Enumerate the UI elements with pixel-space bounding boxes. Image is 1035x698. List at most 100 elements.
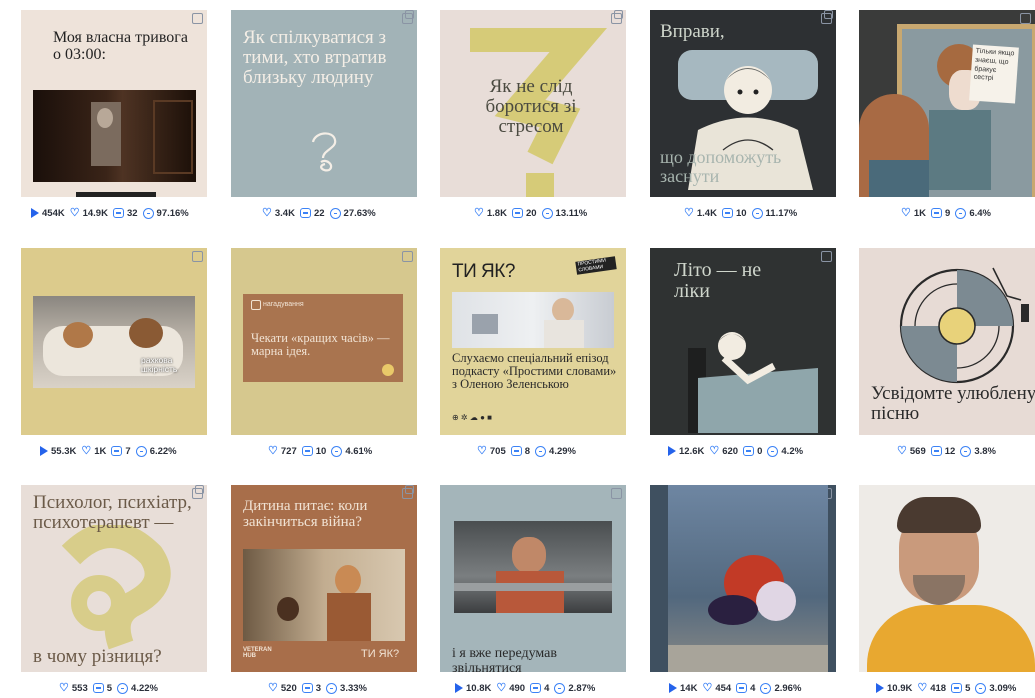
engagement-icon <box>955 207 967 219</box>
post-card[interactable]: і я вже передумав звільнятися <box>440 485 626 672</box>
likes-count: 620 <box>722 445 739 457</box>
views-count: 454K <box>42 207 65 219</box>
image-overlay-text: рахкова шкірність <box>141 355 178 374</box>
question-doodle-icon <box>311 132 337 172</box>
post-image <box>33 296 195 388</box>
calendar-icon <box>251 300 261 310</box>
post-stats: 14K ♡ 454 4 2.96% <box>669 681 801 695</box>
post-stats: ♡ 1.4K 10 11.17% <box>684 206 797 220</box>
views-icon <box>31 208 39 218</box>
engagement-icon <box>975 682 987 694</box>
views-icon <box>455 683 463 693</box>
post-card[interactable]: Усвідомте улюблену пісню <box>859 248 1035 435</box>
engagement-rate: 3.8% <box>974 445 996 457</box>
post-card[interactable]: Як не слід боротися зі стресом <box>440 10 626 197</box>
views-count: 12.6K <box>679 445 705 457</box>
comment-icon <box>511 208 523 218</box>
heart-icon: ♡ <box>702 681 713 694</box>
person-in-bed-illustration <box>688 332 818 433</box>
engagement-icon <box>535 445 547 457</box>
engagement-rate: 4.61% <box>345 445 373 457</box>
reel-icon <box>821 251 832 262</box>
heart-icon: ♡ <box>477 444 487 457</box>
likes-count: 1K <box>913 207 927 219</box>
comments-count: 22 <box>313 207 325 219</box>
post-image <box>668 485 828 672</box>
engagement-icon <box>541 207 553 219</box>
comment-icon <box>510 446 522 456</box>
sticky-note: Тільки якщо знаєш, що бракує сестрі <box>969 44 1019 104</box>
engagement-rate: 2.96% <box>774 682 802 694</box>
comment-icon <box>930 446 942 456</box>
engagement-rate: 13.11% <box>555 207 588 219</box>
comments-count: 20 <box>525 207 537 219</box>
comments-count: 32 <box>126 207 138 219</box>
likes-count: 1K <box>94 445 107 457</box>
post-image <box>33 90 196 182</box>
post-stats: ♡ 569 12 3.8% <box>897 444 996 458</box>
post-caption-bottom: що допоможуть заснути <box>660 147 782 186</box>
views-icon <box>40 446 48 456</box>
partner-logo: VETERAN HUB <box>243 647 272 660</box>
engagement-icon <box>554 682 566 694</box>
gallery-icon <box>402 10 414 24</box>
post-card[interactable]: ТИ ЯК? ПРОСТИМИ СЛОВАМИ Слухаємо спеціал… <box>440 248 626 435</box>
comment-icon <box>931 208 943 218</box>
post-card[interactable]: Як спілкуватися з тими, хто втратив близ… <box>231 10 417 197</box>
post-card[interactable]: Тільки якщо знаєш, що бракує сестрі <box>859 10 1035 197</box>
comment-icon <box>951 683 963 693</box>
post-caption-top: Психолог, психіатр, психотерапевт — <box>33 492 192 533</box>
post-caption-top: Вправи, <box>660 21 725 42</box>
likes-count: 1.8K <box>486 207 507 219</box>
post-card[interactable]: рахкова шкірність <box>21 248 207 435</box>
post-stats: 12.6K ♡ 620 0 4.2% <box>668 444 803 458</box>
comments-count: 4 <box>750 682 756 694</box>
views-count: 14K <box>680 682 698 694</box>
post-stats: ♡ 1.8K 20 13.11% <box>474 206 587 220</box>
post-card[interactable]: нагадування Чекати «кращих часів» — марн… <box>231 248 417 435</box>
views-icon <box>669 683 677 693</box>
post-caption-bottom: в чому різниця? <box>33 646 162 667</box>
reel-icon <box>402 251 413 262</box>
post-caption: Слухаємо спеціальний епізод подкасту «Пр… <box>452 351 617 392</box>
comment-icon <box>736 683 748 693</box>
post-card[interactable]: Літо — не ліки <box>650 248 836 435</box>
engagement-rate: 2.87% <box>568 682 596 694</box>
post-stats: ♡ 705 8 4.29% <box>477 444 576 458</box>
post-stats: 55.3K ♡ 1K 7 6.22% <box>40 444 177 458</box>
heart-icon: ♡ <box>474 206 484 219</box>
engagement-rate: 6.22% <box>149 445 177 457</box>
post-card[interactable]: Дитина питає: коли закінчиться війна? VE… <box>231 485 417 672</box>
comments-count: 3 <box>315 682 322 694</box>
engagement-rate: 3.33% <box>340 682 367 694</box>
post-card[interactable]: Вправи, що допоможуть заснути <box>650 10 836 197</box>
engagement-icon <box>331 445 343 457</box>
engagement-rate: 3.09% <box>989 682 1017 694</box>
post-card[interactable] <box>859 485 1035 672</box>
post-card[interactable]: Моя власна тривога о 03:00: <box>21 10 207 197</box>
post-caption: Як не слід боротися зі стресом <box>485 76 577 137</box>
engagement-rate: 97.16% <box>156 207 189 219</box>
post-card[interactable]: Психолог, психіатр, психотерапевт — в чо… <box>21 485 207 672</box>
likes-count: 705 <box>489 445 506 457</box>
comment-icon <box>112 208 124 218</box>
comments-count: 5 <box>106 682 113 694</box>
comment-icon <box>301 683 313 693</box>
engagement-icon <box>751 207 763 219</box>
likes-count: 727 <box>280 445 297 457</box>
post-caption: Усвідомте улюблену пісню <box>871 383 1035 424</box>
post-card[interactable] <box>650 485 836 672</box>
platform-icons: ⊕ ✲ ☁ ● ■ <box>452 413 492 422</box>
post-stats: ♡ 1K 9 6.4% <box>901 206 991 220</box>
comment-icon <box>530 683 542 693</box>
post-tag: нагадування <box>263 301 304 308</box>
post-caption: Чекати «кращих часів» — марна ідея. <box>251 331 390 359</box>
gallery-icon <box>611 10 623 24</box>
heart-icon: ♡ <box>268 444 278 457</box>
likes-count: 454 <box>715 682 732 694</box>
comments-count: 10 <box>315 445 327 457</box>
post-stats: 10.8K ♡ 490 4 2.87% <box>455 681 595 695</box>
post-caption: Дитина питає: коли закінчиться війна? <box>243 498 368 530</box>
post-image <box>859 485 1035 672</box>
post-stats: ♡ 3.4K 22 27.63% <box>262 206 376 220</box>
